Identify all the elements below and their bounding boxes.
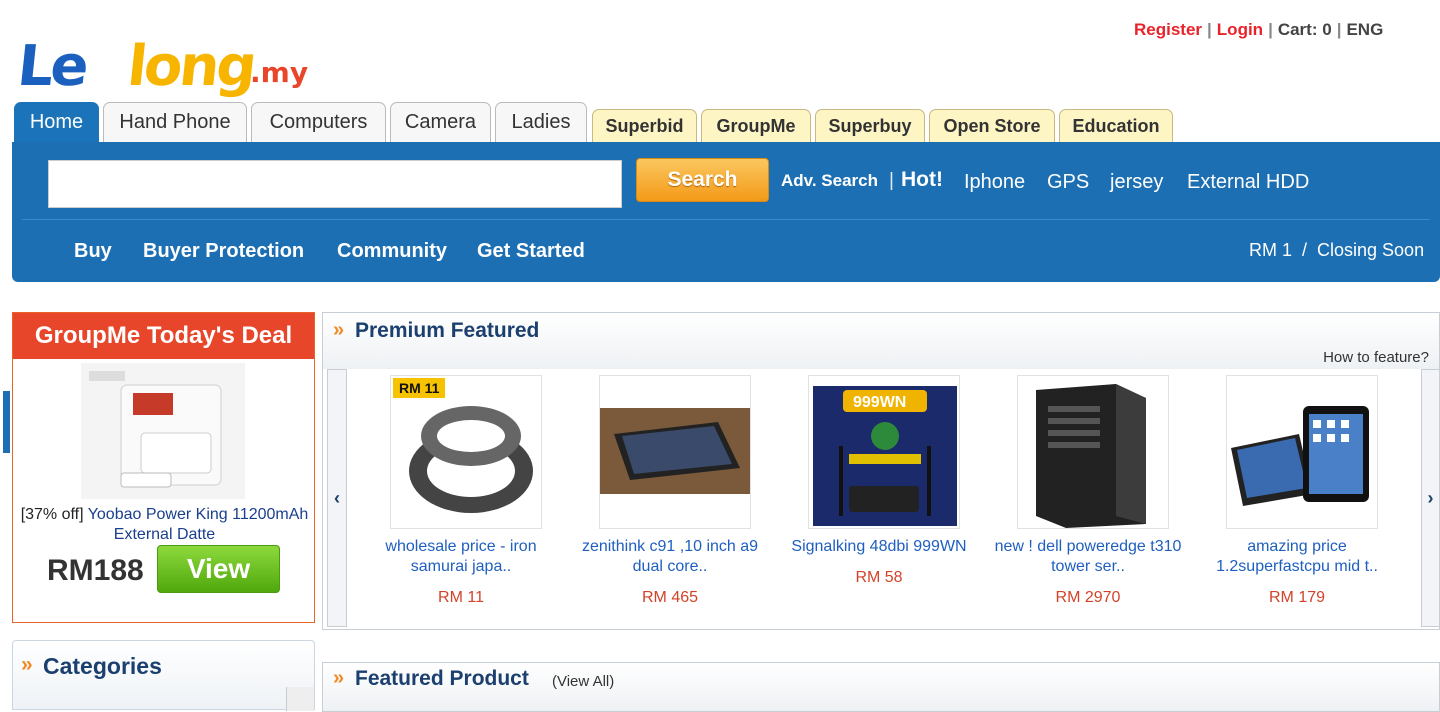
categories-title: Categories [43,653,162,679]
panel-header: » Premium Featured How to feature? [323,313,1439,369]
double-chevron-icon: » [333,319,345,341]
cart-link[interactable]: Cart: 0 [1278,20,1332,39]
tab-open-store[interactable]: Open Store [929,109,1055,142]
tab-superbuy[interactable]: Superbuy [815,109,925,142]
search-input[interactable] [48,160,622,208]
lelong-logo[interactable]: Le long .my [15,34,308,99]
tab-groupme[interactable]: GroupMe [701,109,811,142]
premium-featured-title: Premium Featured [355,319,540,342]
product-image[interactable] [1017,375,1169,529]
hot-label: Hot! [901,168,943,191]
how-to-feature-link[interactable]: How to feature? [1323,349,1429,366]
closing-soon-link[interactable]: RM 1 / Closing Soon [1249,240,1424,261]
svg-text:999WN: 999WN [853,394,906,411]
register-link[interactable]: Register [1134,20,1202,39]
product-image[interactable] [599,375,751,529]
top-links: Register | Login | Cart: 0 | ENG [1134,20,1384,39]
advanced-search-link[interactable]: Adv. Search [781,171,878,191]
tab-superbid[interactable]: Superbid [592,109,697,142]
tab-hand-phone[interactable]: Hand Phone [103,102,247,142]
search-nav-bar: Search Adv. Search | Hot! Iphone GPS jer… [12,142,1440,282]
side-accent [3,391,10,453]
hot-link-gps[interactable]: GPS [1047,171,1089,194]
product-title[interactable]: new ! dell poweredge t310 tower ser.. [984,537,1192,577]
nav-community[interactable]: Community [337,240,447,263]
product-price: RM 179 [1268,589,1326,606]
featured-product-title: Featured Product [355,667,529,690]
hot-link-external-hdd[interactable]: External HDD [1187,171,1309,194]
carousel-prev-icon[interactable]: ‹ [327,369,347,627]
nav-get-started[interactable]: Get Started [477,240,585,263]
categories-box: » Categories [12,640,315,711]
deal-title[interactable]: [37% off] Yoobao Power King 11200mAh Ext… [17,505,312,545]
divider [22,219,1430,220]
search-button[interactable]: Search [636,158,769,202]
tab-education[interactable]: Education [1059,109,1173,142]
view-all-link[interactable]: (View All) [552,673,614,690]
svg-text:RM 11: RM 11 [399,380,440,396]
tab-computers[interactable]: Computers [251,102,386,142]
login-link[interactable]: Login [1217,20,1263,39]
nav-buy[interactable]: Buy [74,240,112,263]
separator: | [889,170,894,191]
hot-link-jersey[interactable]: jersey [1110,171,1163,194]
deal-view-button[interactable]: View [157,545,280,593]
deal-header: GroupMe Today's Deal [13,313,314,359]
double-chevron-icon: » [21,653,33,676]
product-title[interactable]: amazing price 1.2superfastcpu mid t.. [1193,537,1401,577]
product-title[interactable]: wholesale price - iron samurai japa.. [357,537,565,577]
product-image[interactable]: 999WN [808,375,960,529]
language-link[interactable]: ENG [1346,20,1383,39]
deal-product-image[interactable] [81,363,245,499]
scrollbar[interactable] [286,687,314,711]
groupme-deal-box: GroupMe Today's Deal [37% off] Yoobao Po… [12,312,315,623]
tab-camera[interactable]: Camera [390,102,491,142]
product-title[interactable]: zenithink c91 ,10 inch a9 dual core.. [566,537,774,577]
product-price: RM 2970 [1055,589,1121,606]
deal-price: RM188 [47,554,144,587]
hot-link-iphone[interactable]: Iphone [964,171,1025,194]
carousel-next-icon[interactable]: › [1421,369,1439,627]
tab-ladies[interactable]: Ladies [495,102,587,142]
featured-product-panel: » Featured Product (View All) [322,662,1440,712]
double-chevron-icon: » [333,667,345,689]
product-price: RM 11 [438,589,484,606]
premium-featured-panel: » Premium Featured How to feature? ‹ › R… [322,312,1440,630]
product-price: RM 58 [855,569,903,586]
product-image[interactable] [1226,375,1378,529]
nav-buyer-protection[interactable]: Buyer Protection [143,240,304,263]
product-price: RM 465 [641,589,699,606]
tab-home[interactable]: Home [14,102,99,142]
product-image[interactable]: RM 11 [390,375,542,529]
product-title[interactable]: Signalking 48dbi 999WN [775,537,983,557]
